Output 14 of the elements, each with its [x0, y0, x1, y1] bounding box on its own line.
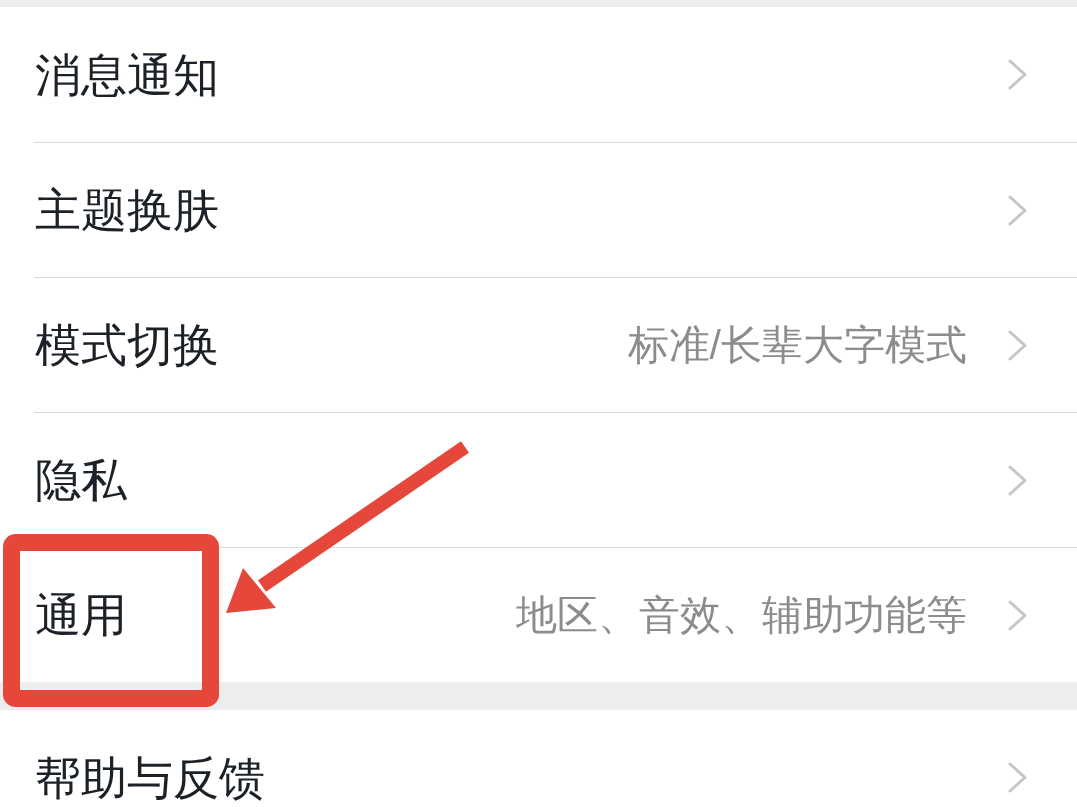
row-label: 帮助与反馈 [35, 754, 265, 801]
row-label: 模式切换 [35, 322, 219, 368]
row-label: 隐私 [35, 457, 127, 503]
chevron-right-icon [1008, 194, 1027, 226]
row-label: 主题换肤 [35, 187, 219, 233]
chevron-right-icon [1008, 464, 1027, 496]
chevron-right-icon [1008, 599, 1027, 631]
row-value: 标准/长辈大字模式 [627, 324, 967, 366]
chevron-right-icon [1008, 59, 1027, 90]
chevron-right-icon [1008, 329, 1027, 361]
row-label: 消息通知 [35, 51, 219, 98]
chevron-right-icon [1008, 762, 1027, 793]
row-label: 通用 [35, 592, 127, 638]
row-value: 地区、音效、辅助功能等 [516, 594, 967, 636]
